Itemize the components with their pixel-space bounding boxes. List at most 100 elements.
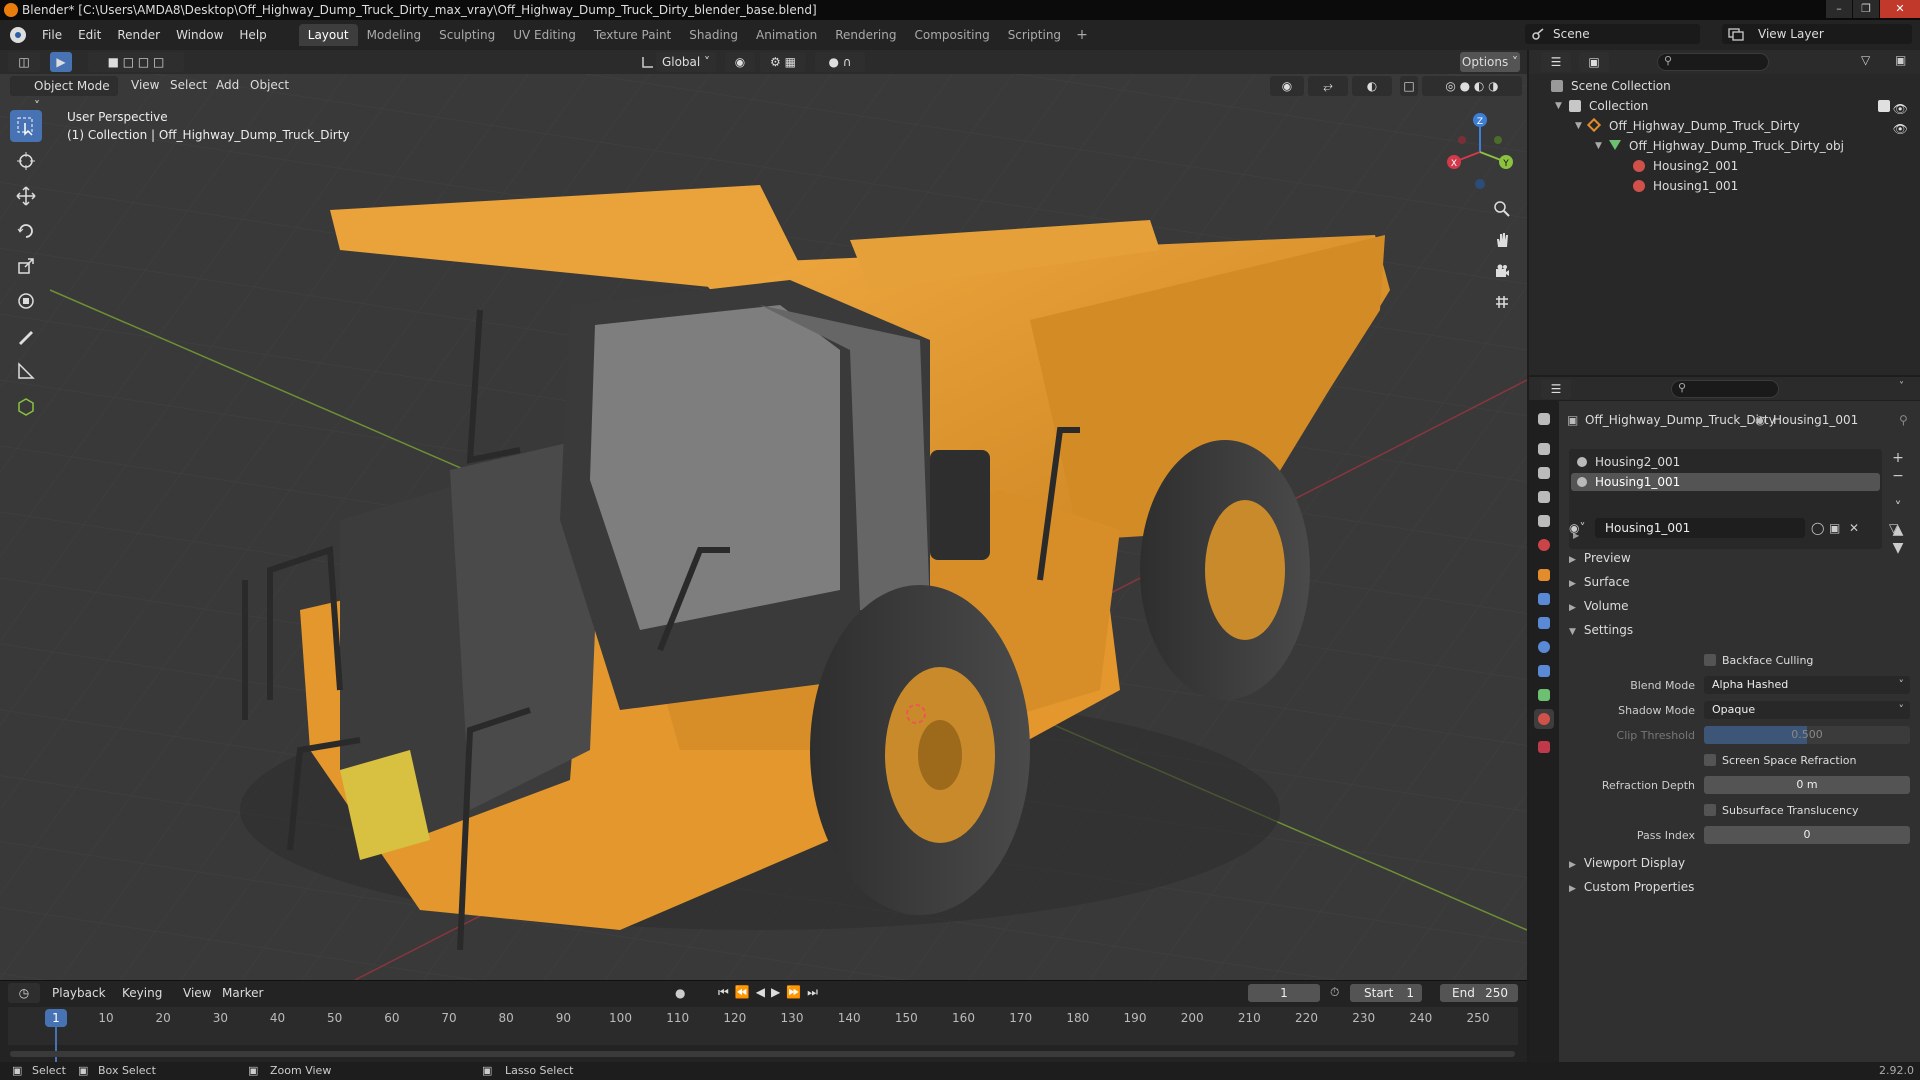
tab-modeling[interactable]: Modeling: [358, 24, 431, 46]
menu-keying[interactable]: Keying: [122, 986, 162, 1000]
properties-editor-type[interactable]: ☰: [1541, 379, 1571, 399]
tab-texture-paint[interactable]: Texture Paint: [585, 24, 680, 46]
subsurface-checkbox[interactable]: [1704, 804, 1716, 816]
move-tool[interactable]: [10, 180, 42, 212]
record-icon[interactable]: ●: [675, 986, 685, 1000]
overlays-toggle[interactable]: ◐: [1352, 76, 1392, 96]
duplicate-material-icon[interactable]: ▣: [1829, 521, 1840, 535]
timeline-editor-type[interactable]: ◷: [8, 983, 40, 1003]
add-cube-tool[interactable]: [10, 390, 42, 422]
section-viewport-display[interactable]: ▶ Viewport Display: [1569, 856, 1685, 870]
tab-shading[interactable]: Shading: [680, 24, 747, 46]
display-mode-dropdown[interactable]: ▣: [1579, 52, 1609, 72]
blender-menu-icon[interactable]: [10, 27, 26, 43]
add-workspace-button[interactable]: +: [1070, 24, 1094, 46]
shading-mode-buttons[interactable]: ◎ ● ◐ ◑: [1422, 76, 1522, 96]
tab-physics[interactable]: [1534, 637, 1554, 657]
close-button[interactable]: ✕: [1880, 0, 1920, 18]
transform-orientation-dropdown[interactable]: Global ˅: [656, 52, 716, 72]
chevron-down-icon[interactable]: ˅: [1899, 381, 1904, 392]
annotate-tool[interactable]: [10, 320, 42, 352]
exclude-checkbox[interactable]: [1878, 100, 1890, 112]
select-tool-button[interactable]: ▶: [50, 52, 72, 72]
gizmo-toggle[interactable]: ⥂: [1308, 76, 1348, 96]
tab-world[interactable]: [1534, 535, 1554, 555]
refraction-depth-field[interactable]: 0 m: [1704, 776, 1910, 794]
transform-tool[interactable]: [10, 285, 42, 317]
current-frame-field[interactable]: 1: [1248, 984, 1320, 1002]
object-mode-dropdown[interactable]: Object Mode ˅: [10, 76, 118, 113]
timeline-ruler[interactable]: 10 20 30 40 50 60 70 80 90 100 110 120 130 140 150 160 1…: [8, 1007, 1518, 1067]
menu-playback[interactable]: Playback: [52, 986, 106, 1000]
tab-animation[interactable]: Animation: [747, 24, 826, 46]
tab-scene[interactable]: [1534, 511, 1554, 531]
stopwatch-icon[interactable]: ⏱: [1330, 985, 1339, 1000]
tab-object[interactable]: [1534, 565, 1554, 585]
menu-add[interactable]: Add: [216, 78, 239, 92]
backface-culling-checkbox[interactable]: [1704, 654, 1716, 666]
material-slot-1[interactable]: Housing2_001: [1571, 453, 1880, 471]
camera-view-icon[interactable]: [1488, 257, 1516, 285]
3d-viewport[interactable]: ◫ ▶ ■ □ □ □ Global ˅ ◉ ⚙ ▦ ● ∩ Options ˅…: [0, 50, 1527, 980]
scale-tool[interactable]: [10, 250, 42, 282]
playback-controls[interactable]: ⏮⏪◀▶⏩⏭: [718, 985, 824, 1000]
cursor-tool[interactable]: [10, 145, 42, 177]
section-settings[interactable]: ▼ Settings: [1569, 623, 1633, 637]
pin-icon[interactable]: ⚲: [1899, 413, 1908, 427]
tab-tool[interactable]: [1534, 409, 1554, 429]
properties-search-input[interactable]: ⚲: [1671, 380, 1779, 398]
tab-particles[interactable]: [1534, 613, 1554, 633]
fake-user-icon[interactable]: ◯: [1811, 521, 1824, 535]
tab-uv-editing[interactable]: UV Editing: [504, 24, 585, 46]
shadow-mode-dropdown[interactable]: Opaque ˅: [1704, 701, 1910, 719]
add-slot-button[interactable]: +: [1889, 449, 1907, 467]
tree-mesh[interactable]: ▼ Off_Highway_Dump_Truck_Dirty_obj: [1529, 136, 1920, 156]
tab-compositing[interactable]: Compositing: [905, 24, 998, 46]
blend-mode-dropdown[interactable]: Alpha Hashed ˅: [1704, 676, 1910, 694]
outliner-editor-type[interactable]: ☰: [1541, 52, 1571, 72]
unlink-icon[interactable]: ✕: [1849, 521, 1859, 535]
menu-select[interactable]: Select: [170, 78, 207, 92]
tab-constraints[interactable]: [1534, 661, 1554, 681]
ortho-grid-icon[interactable]: [1488, 288, 1516, 316]
section-volume[interactable]: ▶ Volume: [1569, 599, 1629, 613]
section-preview[interactable]: ▶ Preview: [1569, 551, 1631, 565]
tree-material-1[interactable]: Housing2_001: [1529, 156, 1920, 176]
view-layer-selector[interactable]: View Layer: [1722, 24, 1912, 44]
material-slot-2[interactable]: Housing1_001: [1571, 473, 1880, 491]
measure-tool[interactable]: [10, 355, 42, 387]
tab-texture[interactable]: [1534, 737, 1554, 757]
expand-arrow-icon[interactable]: ▼: [1555, 96, 1562, 116]
playhead-frame[interactable]: 1: [45, 1009, 67, 1027]
browse-material-icon[interactable]: ◉˅: [1569, 521, 1585, 535]
remove-slot-button[interactable]: −: [1889, 467, 1907, 485]
pivot-point-dropdown[interactable]: ◉: [725, 52, 755, 72]
snap-toggle[interactable]: ⚙ ▦: [760, 52, 806, 72]
xray-toggle[interactable]: □: [1400, 76, 1418, 96]
tab-layout[interactable]: Layout: [298, 24, 358, 46]
pan-hand-icon[interactable]: [1488, 226, 1516, 254]
tab-data[interactable]: [1534, 685, 1554, 705]
select-box-tool[interactable]: [10, 110, 42, 142]
proportional-editing-toggle[interactable]: ● ∩: [815, 52, 865, 72]
outliner-search-input[interactable]: ⚲: [1657, 53, 1769, 71]
section-surface[interactable]: ▶ Surface: [1569, 575, 1630, 589]
new-collection-icon[interactable]: ▣: [1895, 53, 1906, 67]
menu-edit[interactable]: Edit: [70, 28, 109, 42]
end-frame-field[interactable]: End 250: [1440, 984, 1518, 1002]
zoom-icon[interactable]: [1488, 195, 1516, 223]
menu-file[interactable]: File: [34, 28, 70, 42]
expand-arrow-icon[interactable]: ▼: [1575, 116, 1582, 136]
filter-icon[interactable]: ▽: [1861, 53, 1870, 67]
material-name-field[interactable]: Housing1_001: [1595, 518, 1805, 538]
tab-rendering[interactable]: Rendering: [826, 24, 905, 46]
tree-material-2[interactable]: Housing1_001: [1529, 176, 1920, 196]
tree-scene-collection[interactable]: Scene Collection: [1529, 76, 1920, 96]
section-custom-properties[interactable]: ▶ Custom Properties: [1569, 880, 1694, 894]
minimize-button[interactable]: –: [1826, 0, 1852, 18]
editor-type-button[interactable]: ◫: [8, 52, 40, 72]
ssr-checkbox[interactable]: [1704, 754, 1716, 766]
tree-object[interactable]: ▼ Off_Highway_Dump_Truck_Dirty 👁: [1529, 116, 1920, 136]
expand-arrow-icon[interactable]: ▼: [1595, 136, 1602, 156]
pass-index-field[interactable]: 0: [1704, 826, 1910, 844]
